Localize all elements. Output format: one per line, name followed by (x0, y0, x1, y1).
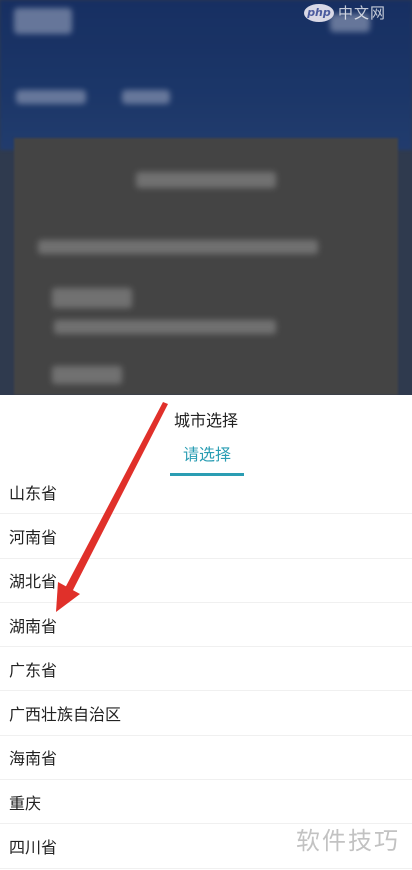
province-item[interactable]: 广东省 (0, 647, 412, 692)
province-item[interactable]: 海南省 (0, 736, 412, 781)
watermark-top: php 中文网 (303, 2, 386, 23)
php-logo-icon: php (303, 3, 334, 22)
watermark-top-text: 中文网 (337, 4, 386, 22)
dim-overlay[interactable] (0, 0, 412, 395)
sheet-title: 城市选择 (173, 411, 238, 430)
background-app (0, 0, 412, 395)
province-item[interactable]: 重庆 (0, 780, 412, 825)
city-picker-sheet: 城市选择 请选择 山东省 河南省 湖北省 湖南省 广东省 广西壮族自治区 海南省… (0, 395, 412, 870)
province-list: 山东省 河南省 湖北省 湖南省 广东省 广西壮族自治区 海南省 重庆 四川省 (0, 470, 412, 869)
province-item[interactable]: 湖北省 (0, 559, 412, 603)
province-item[interactable]: 湖南省 (0, 603, 412, 648)
watermark-bottom: 软件技巧 (296, 827, 400, 855)
province-item[interactable]: 河南省 (0, 514, 412, 559)
tab-please-select[interactable]: 请选择 (170, 441, 244, 465)
province-item[interactable]: 山东省 (0, 470, 412, 515)
province-item[interactable]: 广西壮族自治区 (0, 691, 412, 736)
